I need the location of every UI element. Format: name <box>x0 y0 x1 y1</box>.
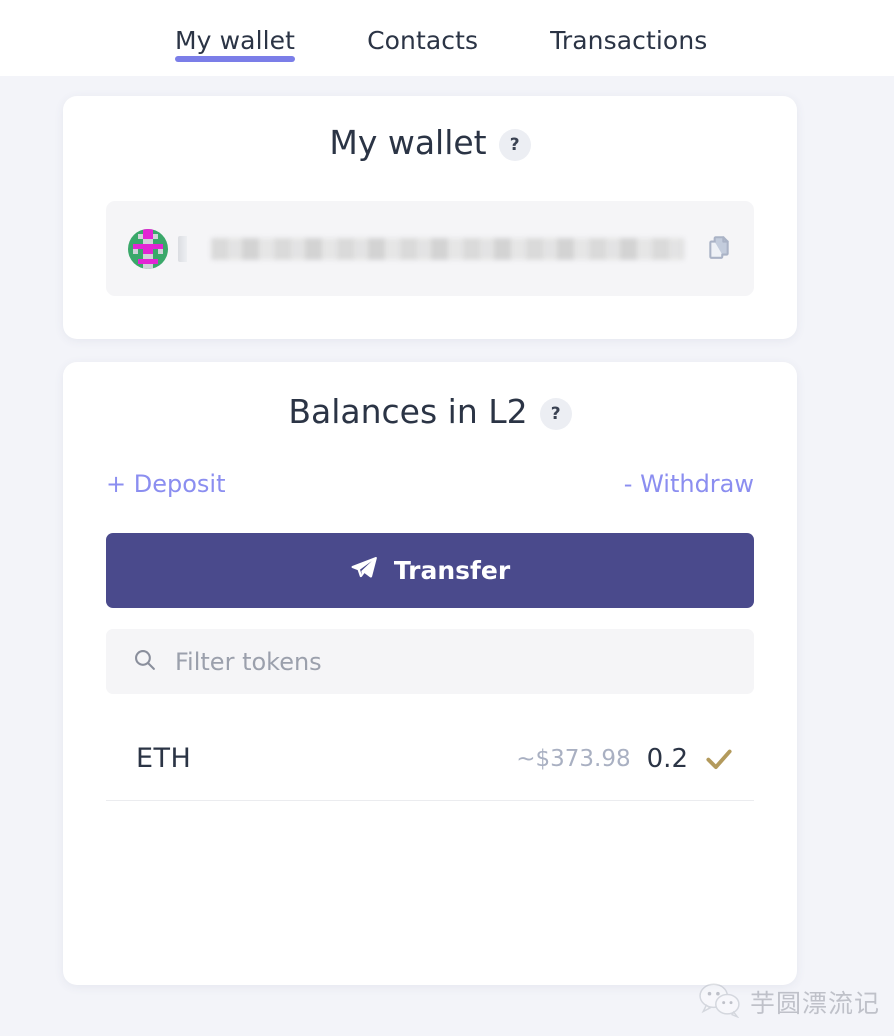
top-navigation-bar: My wallet Contacts Transactions <box>0 0 894 76</box>
watermark-text: 芋圆漂流记 <box>749 989 880 1018</box>
question-mark-icon[interactable]: ? <box>498 128 531 161</box>
tab-contacts[interactable]: Contacts <box>367 0 478 76</box>
token-symbol: ETH <box>136 743 192 774</box>
filter-tokens-input[interactable] <box>175 647 728 676</box>
balances-title-text: Balances in L2 <box>288 392 528 431</box>
withdraw-link[interactable]: - Withdraw <box>624 470 754 498</box>
search-icon <box>132 647 157 676</box>
deposit-link[interactable]: + Deposit <box>106 470 225 498</box>
wallet-address-value <box>211 237 684 260</box>
address-left-fade <box>178 235 187 262</box>
tab-list: My wallet Contacts Transactions <box>175 0 707 76</box>
tab-my-wallet[interactable]: My wallet <box>175 0 296 76</box>
wechat-watermark: 芋圆漂流记 <box>699 982 880 1022</box>
my-wallet-title-text: My wallet <box>329 123 487 162</box>
transfer-button[interactable]: Transfer <box>106 533 754 608</box>
token-row-eth[interactable]: ETH ~$373.98 0.2 <box>106 717 754 801</box>
balances-card-title: Balances in L2 ? <box>63 362 797 431</box>
paper-plane-send-icon <box>350 554 378 588</box>
balances-in-l2-card: Balances in L2 ? + Deposit - Withdraw Tr… <box>63 362 797 985</box>
question-mark-icon[interactable]: ? <box>539 397 572 430</box>
transfer-button-label: Transfer <box>393 556 511 585</box>
checkmark-icon <box>704 744 734 774</box>
identicon-blockie-avatar <box>128 228 168 269</box>
wallet-address-row[interactable] <box>106 201 754 296</box>
deposit-withdraw-row: + Deposit - Withdraw <box>106 470 754 498</box>
wechat-logo-icon <box>699 982 741 1022</box>
copy-icon[interactable] <box>706 234 732 264</box>
token-values: ~$373.98 0.2 <box>516 744 734 774</box>
my-wallet-card-title: My wallet ? <box>63 96 797 162</box>
tab-my-wallet-label: My wallet <box>175 25 296 55</box>
tab-transactions-label: Transactions <box>550 25 708 55</box>
my-wallet-card: My wallet ? <box>63 96 797 339</box>
tab-contacts-label: Contacts <box>367 25 479 55</box>
token-amount-value: 0.2 <box>646 743 688 774</box>
token-fiat-value: ~$373.98 <box>516 745 631 772</box>
filter-tokens-box[interactable] <box>106 629 754 694</box>
token-balance-list: ETH ~$373.98 0.2 <box>106 717 754 801</box>
tab-transactions[interactable]: Transactions <box>550 0 707 76</box>
